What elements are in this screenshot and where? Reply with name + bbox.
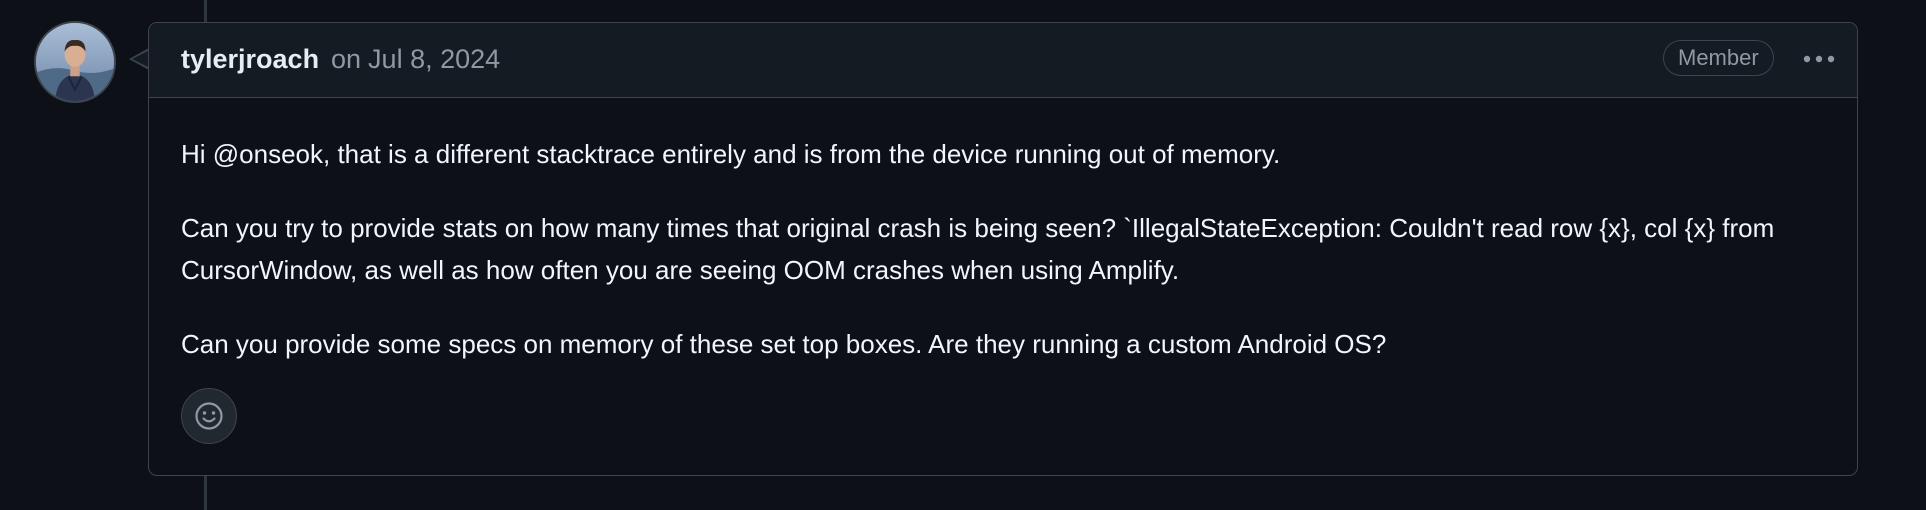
comment-box: tylerjroach on Jul 8, 2024 Member Hi @ons…: [148, 22, 1858, 476]
kebab-horizontal-icon: [1803, 55, 1835, 63]
date-value: Jul 8, 2024: [368, 44, 501, 74]
comment-header: tylerjroach on Jul 8, 2024 Member: [149, 23, 1857, 98]
smiley-icon: [195, 402, 223, 430]
comment-paragraph: Can you provide some specs on memory of …: [181, 329, 1387, 359]
author-link[interactable]: tylerjroach: [181, 44, 319, 75]
date-prefix: on: [331, 44, 362, 74]
comment-paragraph: Can you try to provide stats on how many…: [181, 213, 1775, 285]
more-options-button[interactable]: [1799, 44, 1839, 74]
add-reaction-button[interactable]: [181, 388, 237, 444]
comment-paragraph: Hi @onseok, that is a different stacktra…: [181, 139, 1281, 169]
user-avatar-icon: [36, 23, 114, 101]
avatar[interactable]: [34, 21, 116, 103]
comment-timestamp[interactable]: on Jul 8, 2024: [331, 44, 500, 75]
member-badge: Member: [1663, 40, 1774, 76]
comment-body: Hi @onseok, that is a different stacktra…: [181, 133, 1831, 397]
